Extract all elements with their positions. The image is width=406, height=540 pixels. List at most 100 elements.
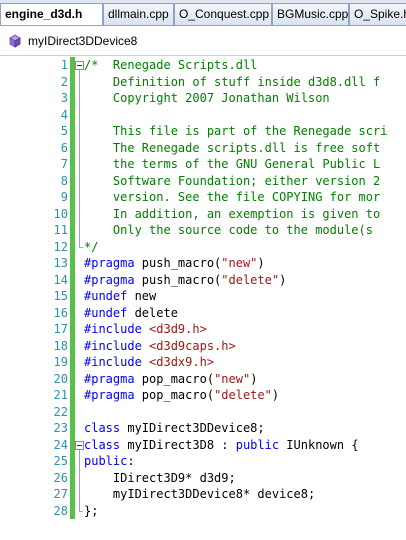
token-keyword: #pragma (84, 388, 135, 402)
token-comment: /* Renegade Scripts.dll (84, 58, 258, 72)
code-line[interactable]: 20 #pragma pop_macro("new") (0, 371, 406, 388)
code-text: #include <d3dx9.h> (84, 354, 214, 371)
code-text: class myIDirect3D8 : public IUnknown { (84, 437, 359, 454)
navigation-bar: myIDirect3DDevice8 (0, 26, 406, 56)
code-line[interactable]: 13 #pragma push_macro("new") (0, 255, 406, 272)
token-plain: ) (279, 272, 287, 287)
code-text: #pragma push_macro("new") (84, 255, 265, 272)
code-line[interactable]: 12 */ (0, 239, 406, 256)
code-line[interactable]: 8 Software Foundation; either version 2 (0, 173, 406, 190)
code-line[interactable]: 22 (0, 404, 406, 421)
code-line[interactable]: 19 #include <d3dx9.h> (0, 354, 406, 371)
code-line[interactable]: 23 class myIDirect3DDevice8; (0, 420, 406, 437)
line-number: 16 (53, 305, 68, 320)
token-keyword: class (84, 421, 121, 435)
code-line[interactable]: 24 class myIDirect3D8 : public IUnknown { (0, 437, 406, 454)
code-line[interactable]: 15 #undef new (0, 288, 406, 305)
code-line[interactable]: 3 Copyright 2007 Jonathan Wilson (0, 90, 406, 107)
token-plain: myIDirect3D8 : (120, 437, 236, 452)
token-plain: : (127, 454, 135, 468)
code-text: }; (84, 503, 98, 520)
code-line[interactable]: 26 IDirect3D9* d3d9; (0, 470, 406, 487)
line-number: 11 (53, 223, 68, 237)
token-string: <d3dx9.h> (149, 355, 215, 369)
code-line[interactable]: 2 Definition of stuff inside d3d8.dll f (0, 74, 406, 91)
token-keyword: public (84, 454, 128, 468)
token-plain: IDirect3D9* d3d9; (84, 470, 236, 485)
code-text: #include <d3d9caps.h> (84, 338, 236, 355)
code-line[interactable]: 7 the terms of the GNU General Public L (0, 156, 406, 173)
tab-engine-d3d-h[interactable]: engine_d3d.h (0, 3, 103, 25)
token-comment: Definition of stuff inside d3d8.dll f (84, 74, 381, 89)
token-plain: push_macro( (134, 272, 222, 287)
token-plain: IUnknown { (279, 437, 359, 452)
token-plain: new (127, 289, 157, 303)
token-keyword: #pragma (84, 256, 135, 270)
token-plain: myIDirect3DDevice8* device8; (84, 487, 316, 501)
tab-dllmain-cpp[interactable]: dllmain.cpp (103, 3, 174, 25)
token-plain: }; (84, 503, 99, 518)
token-comment: Copyright 2007 Jonathan Wilson (84, 91, 330, 105)
line-number: 2 (60, 74, 68, 89)
code-line[interactable]: 14 #pragma push_macro("delete") (0, 272, 406, 289)
token-keyword: #pragma (84, 272, 135, 287)
code-text: The Renegade scripts.dll is free soft (84, 140, 380, 157)
code-line[interactable]: 9 version. See the file COPYING for mor (0, 189, 406, 206)
code-line[interactable]: 1 /* Renegade Scripts.dll (0, 57, 406, 74)
token-plain: push_macro( (134, 256, 222, 270)
token-string: <d3d9caps.h> (149, 338, 236, 353)
class-dropdown-value: myIDirect3DDevice8 (28, 34, 138, 48)
code-line[interactable]: 28}; (0, 503, 406, 520)
code-text: the terms of the GNU General Public L (84, 156, 380, 173)
line-number: 7 (60, 157, 68, 171)
token-keyword: #undef (84, 305, 128, 320)
code-line[interactable]: 16 #undef delete (0, 305, 406, 322)
line-number: 6 (60, 140, 68, 155)
tab-bgmusic-cpp[interactable]: BGMusic.cpp (272, 3, 349, 25)
line-number: 23 (53, 421, 68, 435)
code-line[interactable]: 25 public: (0, 453, 406, 470)
line-number: 10 (53, 206, 68, 221)
code-text: Software Foundation; either version 2 (84, 173, 380, 190)
token-keyword: #include (84, 355, 142, 369)
code-line[interactable]: 5 This file is part of the Renegade scri (0, 123, 406, 140)
code-text: #undef delete (84, 305, 178, 322)
code-line[interactable]: 17 #include <d3d9.h> (0, 321, 406, 338)
code-text: #pragma pop_macro("new") (84, 371, 257, 388)
line-number: 1 (60, 58, 68, 72)
token-plain: pop_macro( (134, 371, 215, 386)
code-text: IDirect3D9* d3d9; (84, 470, 236, 487)
token-comment: Only the source code to the module(s (84, 223, 373, 237)
line-number: 28 (53, 503, 68, 518)
tab-o-spike-h[interactable]: O_Spike.h (349, 3, 406, 25)
class-icon (7, 33, 23, 49)
token-keyword: #include (84, 322, 142, 336)
code-line[interactable]: 6 The Renegade scripts.dll is free soft (0, 140, 406, 157)
code-text: #include <d3d9.h> (84, 321, 207, 338)
code-line[interactable]: 27 myIDirect3DDevice8* device8; (0, 486, 406, 503)
token-comment: version. See the file COPYING for mor (84, 190, 381, 204)
token-keyword: #pragma (84, 371, 135, 386)
token-comment: */ (84, 239, 99, 254)
class-dropdown[interactable]: myIDirect3DDevice8 (6, 31, 146, 51)
code-line[interactable]: 11 Only the source code to the module(s (0, 222, 406, 239)
tab-o-conquest-cpp[interactable]: O_Conquest.cpp (174, 3, 272, 25)
document-tab-bar: engine_d3d.h dllmain.cpp O_Conquest.cpp BGM… (0, 0, 406, 26)
line-number: 19 (53, 355, 68, 369)
code-text: version. See the file COPYING for mor (84, 189, 380, 206)
line-number: 18 (53, 338, 68, 353)
code-editor[interactable]: 1 /* Renegade Scripts.dll 2 Definition of … (0, 57, 406, 540)
code-text: Only the source code to the module(s (84, 222, 373, 239)
code-text: class myIDirect3DDevice8; (84, 420, 265, 437)
line-number: 26 (53, 470, 68, 485)
code-line[interactable]: 21 #pragma pop_macro("delete") (0, 387, 406, 404)
code-line[interactable]: 10 In addition, an exemption is given to (0, 206, 406, 223)
code-line[interactable]: 18 #include <d3d9caps.h> (0, 338, 406, 355)
token-string: <d3d9.h> (149, 322, 207, 336)
token-plain: pop_macro( (134, 388, 215, 402)
code-text: #undef new (84, 288, 156, 305)
code-line[interactable]: 4 (0, 107, 406, 124)
token-keyword: class (84, 437, 121, 452)
